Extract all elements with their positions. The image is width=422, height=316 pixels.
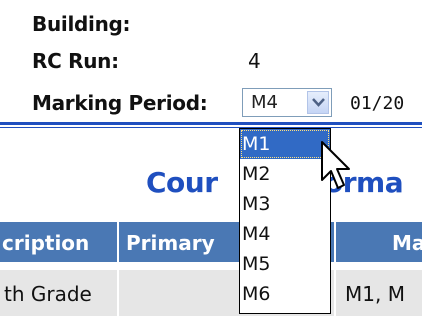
marking-period-label: Marking Period: xyxy=(32,91,208,115)
dropdown-option-m6[interactable]: M6 xyxy=(240,279,330,309)
cell-description: th Grade xyxy=(4,282,92,306)
dropdown-option-m3[interactable]: M3 xyxy=(240,189,330,219)
column-separator xyxy=(334,270,336,316)
dropdown-option-m5[interactable]: M5 xyxy=(240,249,330,279)
building-label: Building: xyxy=(32,12,131,36)
divider-line xyxy=(0,122,422,125)
dropdown-option-m4[interactable]: M4 xyxy=(240,219,330,249)
column-header-primary[interactable]: Primary xyxy=(126,231,215,255)
divider-line-thin xyxy=(0,127,422,128)
mouse-pointer-icon xyxy=(321,141,350,189)
chevron-down-icon[interactable] xyxy=(307,91,329,114)
column-separator xyxy=(334,222,336,262)
marking-period-select[interactable]: M4 xyxy=(242,88,332,117)
rc-run-value: 4 xyxy=(248,49,261,73)
dropdown-option-m2[interactable]: M2 xyxy=(240,159,330,189)
column-separator xyxy=(117,222,119,262)
rc-run-label: RC Run: xyxy=(32,49,119,73)
date-value: 01/20 xyxy=(350,93,405,114)
cell-marking-periods: M1, M xyxy=(345,282,405,306)
section-title: Cour xyxy=(146,166,218,199)
column-header-marking[interactable]: Ma xyxy=(392,231,422,255)
marking-period-selected-value: M4 xyxy=(251,92,278,113)
dropdown-option-m1[interactable]: M1 xyxy=(240,129,330,159)
column-separator xyxy=(117,270,119,316)
marking-period-dropdown-list[interactable]: M1 M2 M3 M4 M5 M6 xyxy=(239,128,331,314)
column-header-description[interactable]: cription xyxy=(2,231,89,255)
